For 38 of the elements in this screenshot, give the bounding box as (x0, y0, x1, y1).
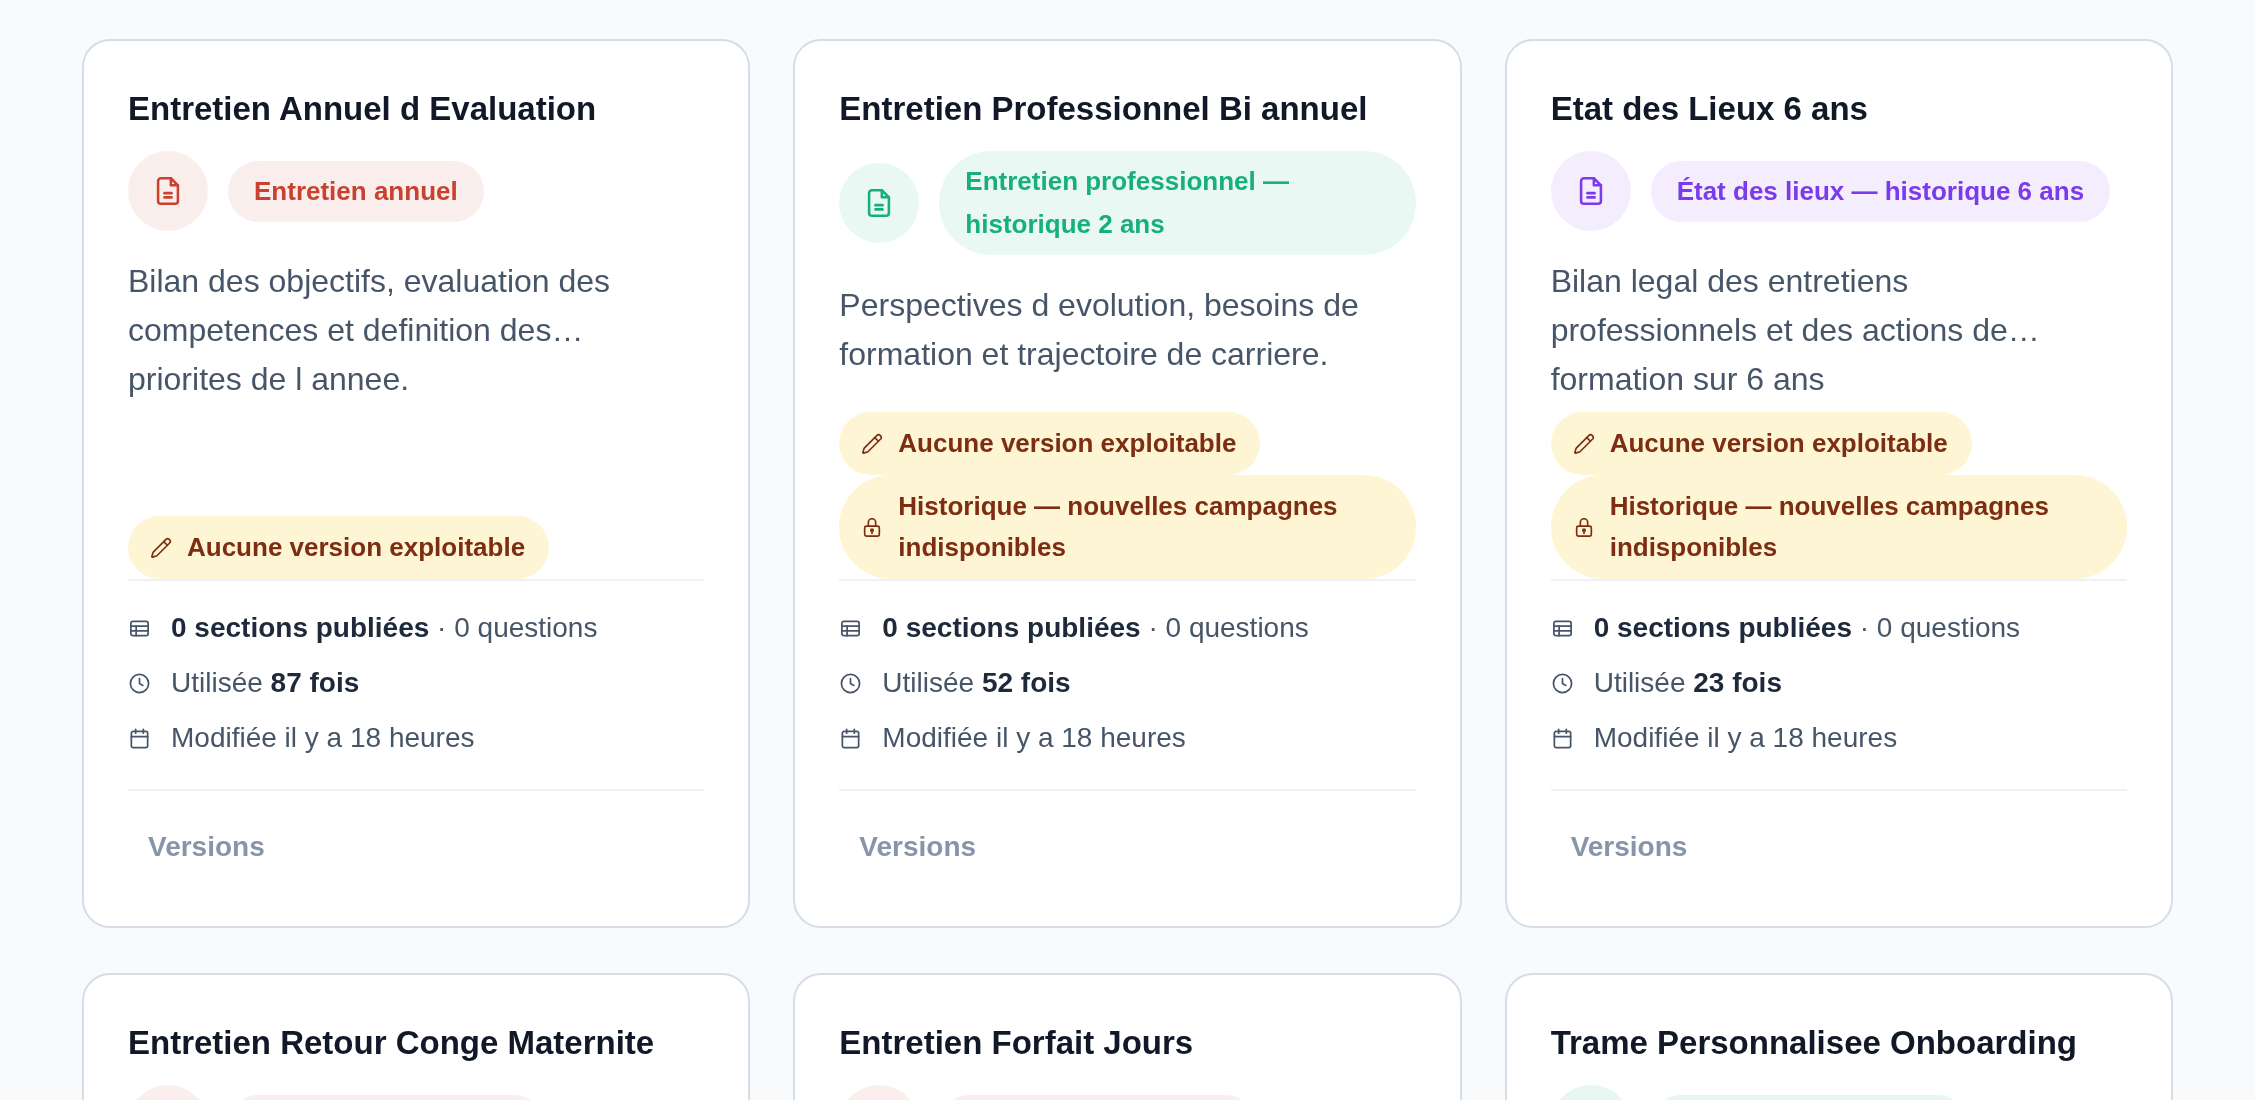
card-title: Entretien Forfait Jours (839, 1023, 1195, 1063)
usage-count: Utilisée 87 fois (171, 666, 360, 700)
card-title: Etat des Lieux 6 ans (1550, 89, 1869, 129)
status-text: Aucune version exploitable (1609, 427, 1948, 460)
clock-icon (128, 671, 151, 695)
calendar-icon (128, 726, 151, 750)
card-title: Entretien Professionnel Bi annuel (839, 89, 1369, 129)
card-description: Bilan des objectifs, evaluation des competences et definition des… priorites de l annee. (128, 262, 612, 399)
card-title: Entretien Retour Conge Maternite (128, 1023, 656, 1063)
clock-icon (839, 671, 863, 695)
status-text: Aucune version exploitable (187, 531, 526, 564)
pencil-icon (1572, 432, 1595, 455)
versions-button[interactable]: Versions (128, 818, 285, 876)
pencil-icon (861, 432, 884, 455)
category-tag: Entretien professionnel — historique 2 ans (939, 151, 1416, 255)
card-title: Entretien Annuel d Evaluation (128, 89, 598, 129)
pencil-icon (150, 536, 172, 559)
sections-count: 0 sections publiées · 0 questions (171, 611, 598, 645)
status-text: Historique — nouvelles campagnes indisponibles (898, 490, 1339, 564)
card-title: Trame Personnalisee Onboarding (1550, 1023, 2078, 1063)
category-tag: État des lieux — historique 6 ans (1650, 160, 2111, 222)
sections-count: 0 sections publiées · 0 questions (882, 611, 1309, 645)
usage-count: Utilisée 23 fois (1593, 666, 1782, 700)
modified-date: Modifiée il y a 18 heures (882, 721, 1186, 755)
card-description: Perspectives d evolution, besoins de formation et trajectoire de carriere. (839, 286, 1360, 374)
usage-count: Utilisée 52 fois (882, 666, 1071, 700)
versions-button[interactable]: Versions (1550, 818, 1708, 876)
sections-count: 0 sections publiées · 0 questions (1593, 611, 2021, 645)
versions-button[interactable]: Versions (839, 818, 997, 876)
status-text: Aucune version exploitable (898, 427, 1237, 460)
modified-date: Modifiée il y a 18 heures (171, 721, 475, 755)
clock-icon (1550, 671, 1574, 695)
status-text: Historique — nouvelles campagnes indisponibles (1609, 490, 2050, 564)
modified-date: Modifiée il y a 18 heures (1593, 721, 1898, 755)
card-description: Bilan legal des entretiens professionnels et des actions de… formation sur 6 ans (1550, 262, 2041, 399)
category-tag: Entretien annuel (228, 160, 484, 222)
calendar-icon (839, 726, 863, 750)
calendar-icon (1550, 726, 1574, 750)
